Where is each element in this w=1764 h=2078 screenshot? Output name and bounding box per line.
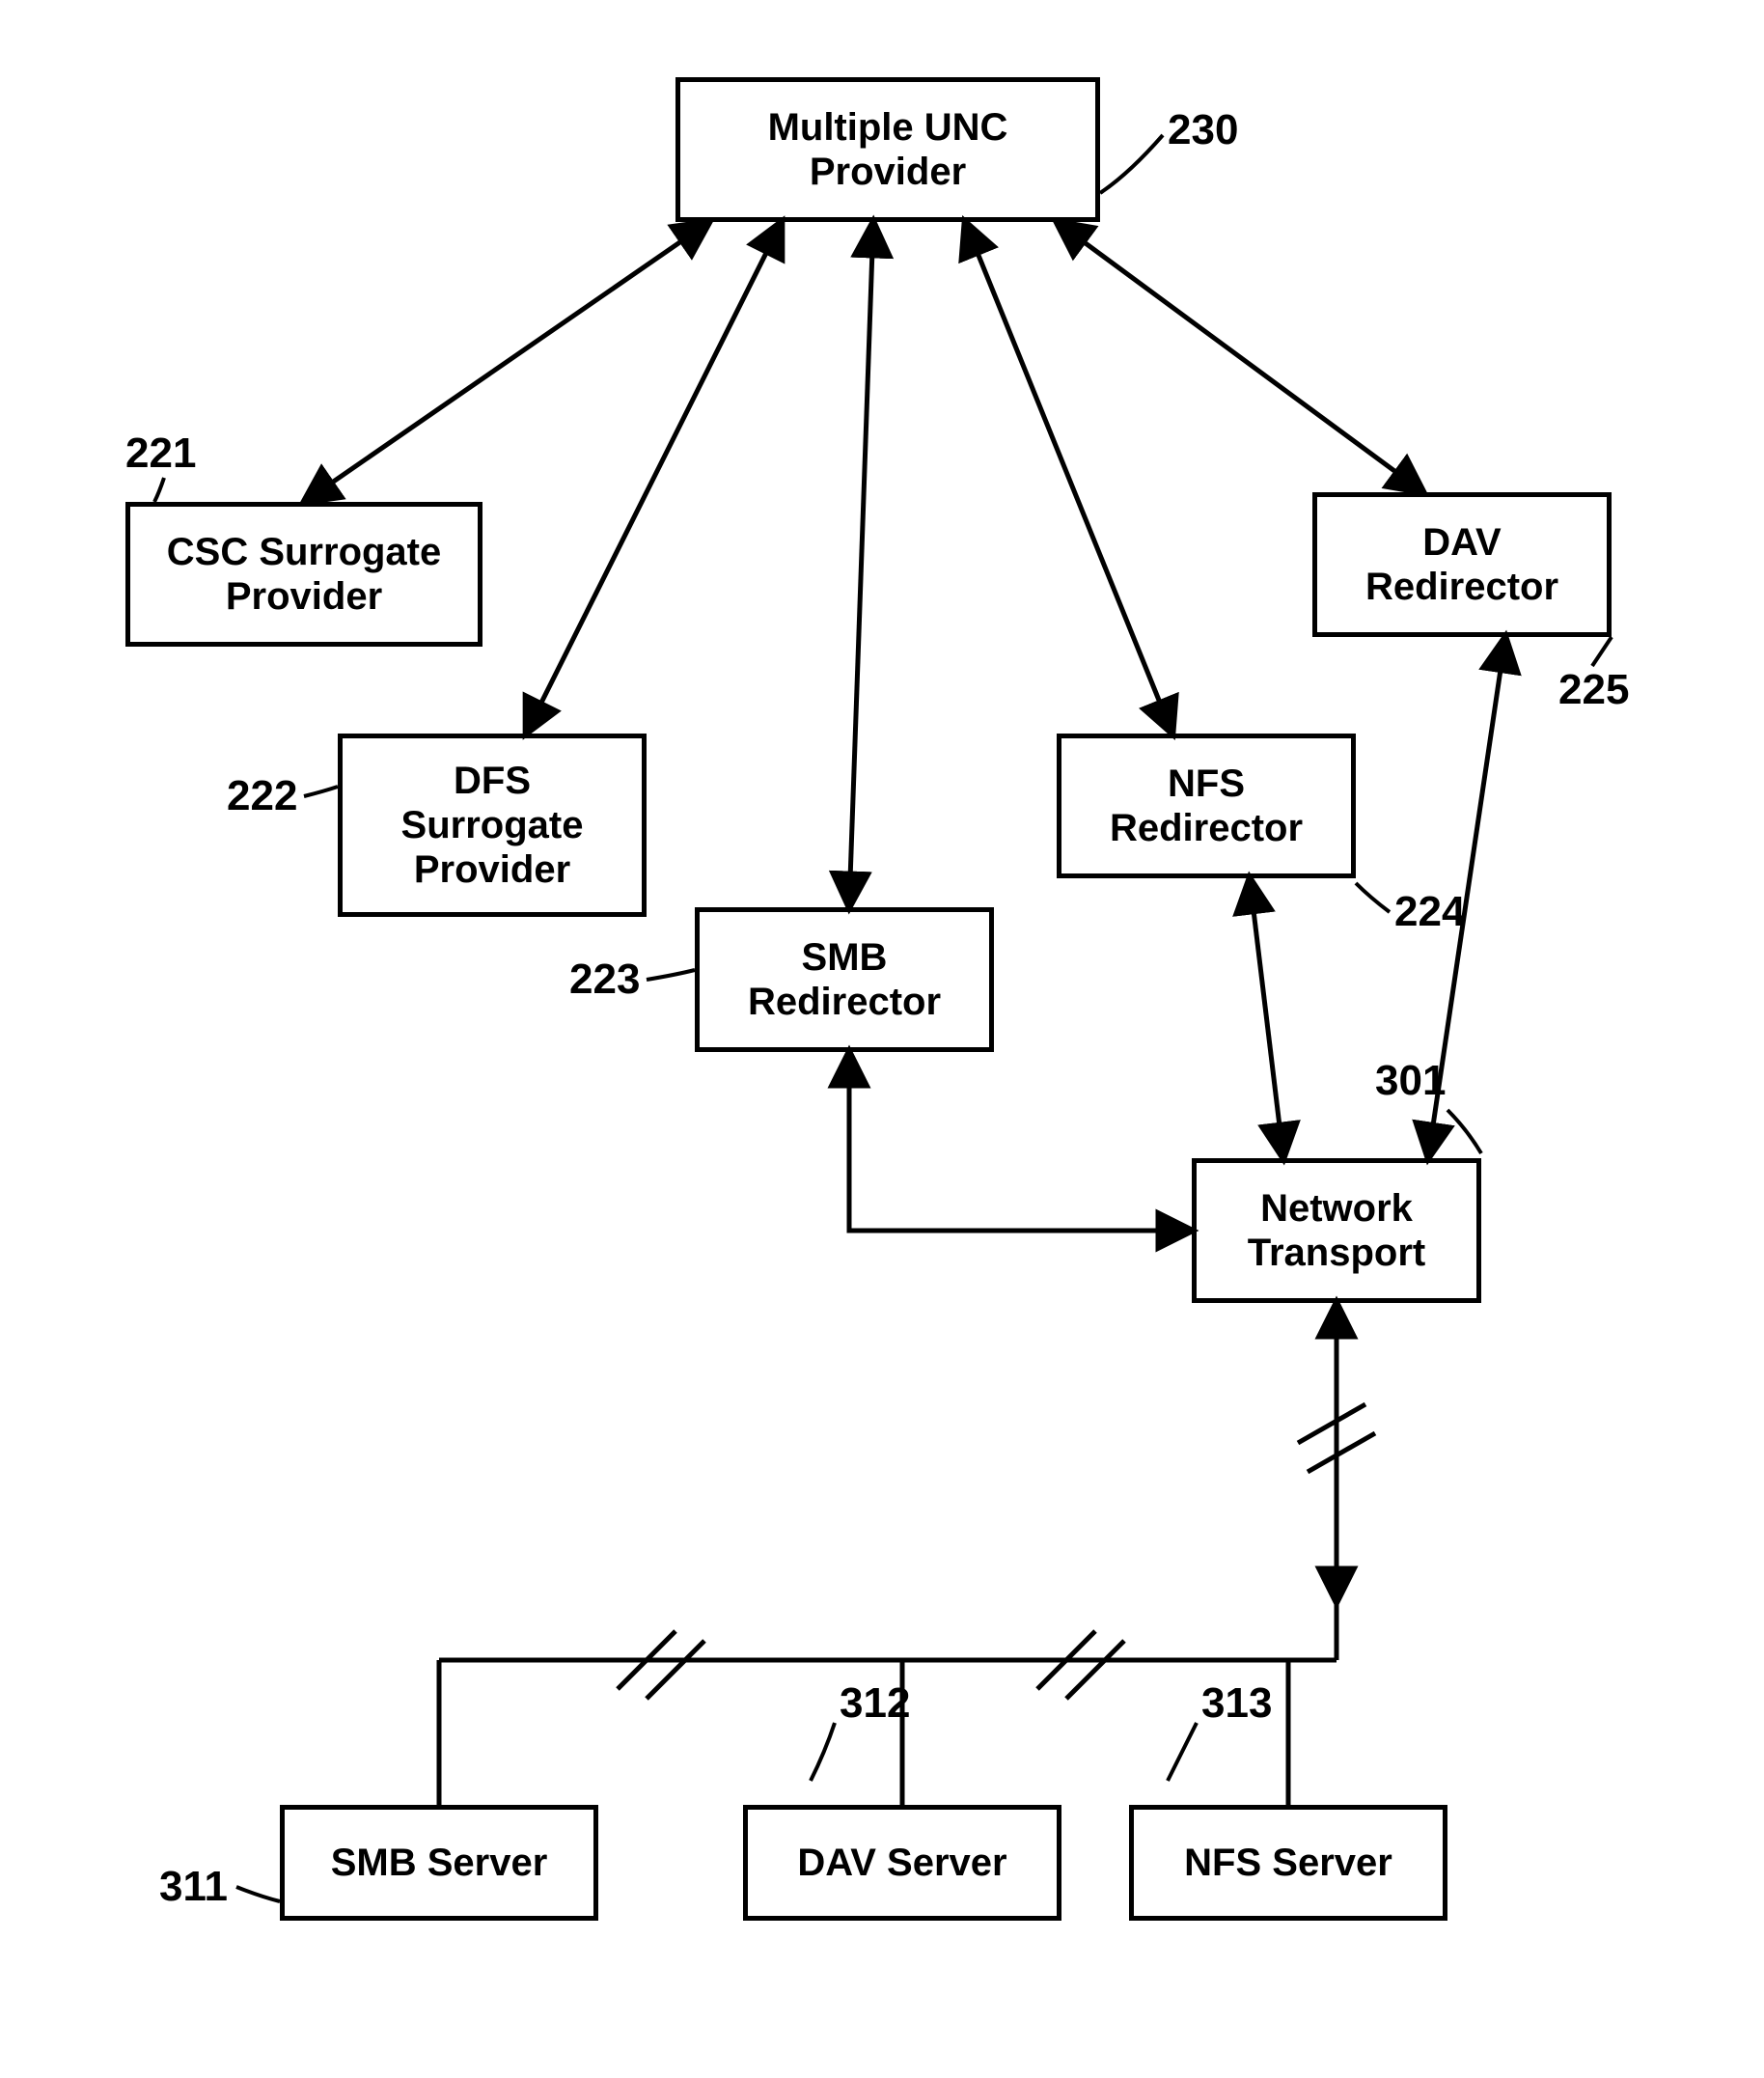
box-nfs-redirector: NFSRedirector (1057, 734, 1356, 878)
box-dfs-surrogate-provider: DFSSurrogateProvider (338, 734, 647, 917)
ref-label-311: 311 (159, 1863, 228, 1911)
box-dav-redirector: DAVRedirector (1312, 492, 1612, 637)
box-label: CSC SurrogateProvider (167, 530, 442, 619)
box-label: DAVRedirector (1365, 520, 1558, 609)
ref-label-313: 313 (1201, 1679, 1272, 1728)
box-label: Multiple UNCProvider (768, 105, 1008, 194)
box-label: NetworkTransport (1248, 1186, 1425, 1275)
box-label: NFS Server (1184, 1841, 1392, 1885)
ref-label-224: 224 (1394, 888, 1465, 936)
ref-label-301: 301 (1375, 1057, 1446, 1105)
box-multiple-unc-provider: Multiple UNCProvider (675, 77, 1100, 222)
box-label: SMB Server (331, 1841, 548, 1885)
box-label: DFSSurrogateProvider (401, 759, 584, 892)
diagram-canvas: Multiple UNCProvider CSC SurrogateProvid… (0, 0, 1764, 2078)
box-network-transport: NetworkTransport (1192, 1158, 1481, 1303)
box-label: NFSRedirector (1110, 762, 1303, 850)
box-smb-redirector: SMBRedirector (695, 907, 994, 1052)
ref-label-222: 222 (227, 772, 297, 820)
box-csc-surrogate-provider: CSC SurrogateProvider (125, 502, 482, 647)
box-label: DAV Server (797, 1841, 1006, 1885)
ref-label-221: 221 (125, 429, 196, 478)
ref-label-225: 225 (1558, 666, 1629, 714)
ref-label-230: 230 (1168, 106, 1238, 154)
box-label: SMBRedirector (748, 935, 941, 1024)
ref-label-312: 312 (840, 1679, 910, 1728)
box-dav-server: DAV Server (743, 1805, 1061, 1921)
ref-label-223: 223 (569, 956, 640, 1004)
box-smb-server: SMB Server (280, 1805, 598, 1921)
box-nfs-server: NFS Server (1129, 1805, 1447, 1921)
